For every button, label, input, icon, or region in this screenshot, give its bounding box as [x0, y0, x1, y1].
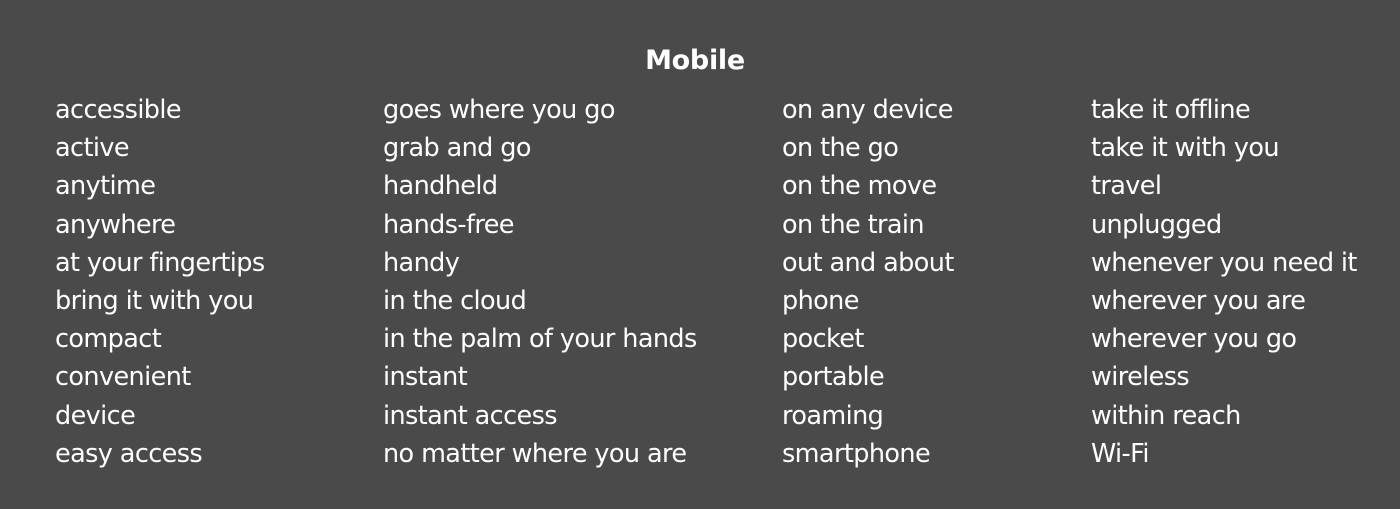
- word-column-4: take it offline take it with you travel …: [1091, 91, 1357, 473]
- word-item: bring it with you: [55, 285, 254, 316]
- page-title: Mobile: [645, 45, 745, 77]
- word-item: instant access: [383, 400, 558, 431]
- word-item: easy access: [55, 438, 203, 469]
- word-item: take it offline: [1091, 95, 1251, 125]
- word-item: in the cloud: [383, 285, 527, 316]
- word-item: pocket: [782, 324, 864, 355]
- word-item: on the train: [782, 209, 925, 240]
- word-item: anywhere: [55, 209, 176, 240]
- word-item: anytime: [55, 171, 156, 202]
- word-item: no matter where you are: [383, 438, 687, 469]
- word-item: active: [55, 133, 130, 164]
- word-column-1: accessible active anytime anywhere at yo…: [55, 91, 265, 473]
- word-item: within reach: [1091, 400, 1241, 431]
- word-item: smartphone: [782, 438, 931, 469]
- word-item: phone: [782, 285, 859, 316]
- word-item: out and about: [782, 247, 954, 278]
- word-item: on the move: [782, 171, 937, 202]
- word-item: goes where you go: [383, 95, 615, 125]
- word-item: on the go: [782, 133, 899, 164]
- word-item: wherever you are: [1091, 285, 1306, 316]
- word-item: instant: [383, 362, 468, 393]
- word-item: portable: [782, 362, 885, 393]
- word-column-2: goes where you go grab and go handheld h…: [383, 91, 697, 473]
- word-item: Wi-Fi: [1091, 438, 1149, 469]
- word-item: wireless: [1091, 362, 1190, 393]
- word-item: handy: [383, 247, 460, 278]
- word-item: take it with you: [1091, 133, 1280, 164]
- word-item: hands-free: [383, 209, 515, 240]
- word-item: unplugged: [1091, 209, 1222, 240]
- word-item: compact: [55, 324, 162, 355]
- word-item: at your fingertips: [55, 247, 265, 278]
- word-column-3: on any device on the go on the move on t…: [782, 91, 954, 473]
- word-item: roaming: [782, 400, 884, 431]
- word-item: accessible: [55, 95, 182, 125]
- word-item: whenever you need it: [1091, 247, 1357, 278]
- word-item: wherever you go: [1091, 324, 1297, 355]
- word-item: in the palm of your hands: [383, 324, 697, 355]
- word-item: handheld: [383, 171, 498, 202]
- word-item: convenient: [55, 362, 191, 393]
- word-item: grab and go: [383, 133, 531, 164]
- word-item: device: [55, 400, 136, 431]
- word-item: on any device: [782, 95, 953, 125]
- word-item: travel: [1091, 171, 1162, 202]
